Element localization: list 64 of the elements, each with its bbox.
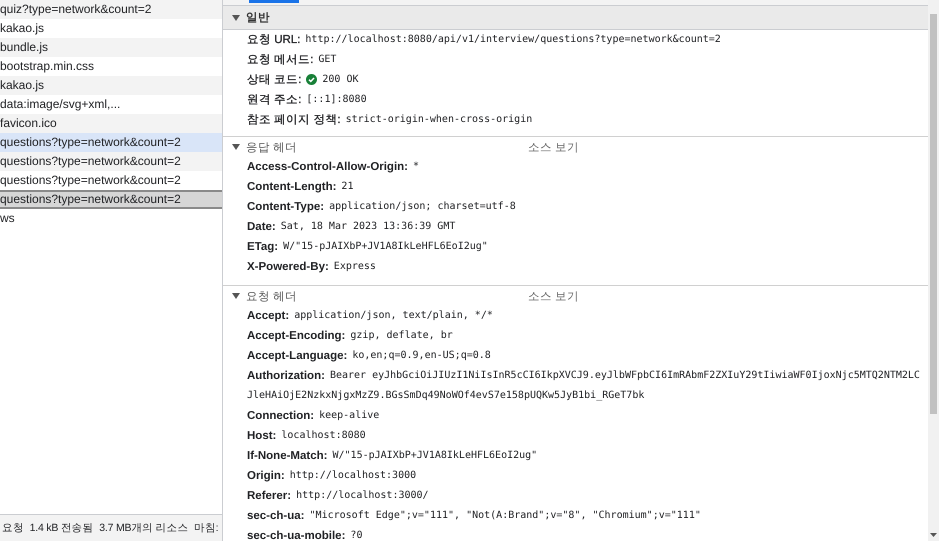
header-name: sec-ch-ua: <box>247 510 305 522</box>
header-value: ko,en;q=0.9,en-US;q=0.8 <box>352 350 491 361</box>
header-value: localhost:8080 <box>281 430 366 441</box>
header-name: sec-ch-ua-mobile: <box>247 530 346 541</box>
header-value: ?0 <box>350 530 362 541</box>
section-header[interactable]: 요청 헤더 소스 보기 <box>223 286 928 306</box>
request-row[interactable]: favicon.ico <box>0 114 222 133</box>
header-name: 원격 주소: <box>247 94 302 106</box>
section-header[interactable]: 일반 <box>223 6 928 30</box>
header-name: If-None-Match: <box>247 450 328 462</box>
header-name: Referer: <box>247 490 292 502</box>
request-row[interactable]: bundle.js <box>0 38 222 57</box>
status-text: 요청 <box>2 521 24 535</box>
request-row[interactable]: questions?type=network&count=2 <box>0 133 222 152</box>
header-name: 요청 메서드: <box>247 54 314 66</box>
header-value: 200 OK <box>322 74 359 85</box>
header-name: Connection: <box>247 410 314 422</box>
header-value: GET <box>318 54 336 65</box>
scrollbar[interactable] <box>928 0 939 541</box>
header-value: * <box>413 161 420 172</box>
view-source-link[interactable]: 소스 보기 <box>528 288 928 304</box>
triangle-icon <box>232 293 240 299</box>
section-header[interactable]: 응답 헤더 소스 보기 <box>223 137 928 157</box>
header-name: Host: <box>247 430 276 442</box>
header-value: Express <box>334 261 376 272</box>
request-row[interactable]: questions?type=network&count=2 <box>0 152 222 171</box>
header-name: Date: <box>247 221 276 233</box>
header-name: Origin: <box>247 470 285 482</box>
header-value: Sat, 18 Mar 2023 13:36:39 GMT <box>280 221 456 232</box>
header-name: Accept: <box>247 310 290 322</box>
triangle-icon <box>232 144 240 150</box>
header-name: X-Powered-By: <box>247 261 329 273</box>
header-value: "Microsoft Edge";v="111", "Not(A:Brand";v="8", "Chromium";v="111" <box>310 510 701 521</box>
header-value: keep-alive <box>319 410 380 421</box>
header-value: [::1]:8080 <box>306 94 367 105</box>
header-name: ETag: <box>247 241 278 253</box>
scroll-down-icon[interactable] <box>930 533 937 537</box>
header-name: Content-Type: <box>247 201 324 213</box>
header-value: http://localhost:3000 <box>290 470 416 481</box>
header-value: application/json; charset=utf-8 <box>329 201 516 212</box>
status-text: 마침: <box>194 521 218 535</box>
header-name: 상태 코드: <box>247 74 302 86</box>
request-row[interactable]: quiz?type=network&count=2 <box>0 0 222 19</box>
header-value: strict-origin-when-cross-origin <box>346 114 532 125</box>
header-value: gzip, deflate, br <box>350 330 453 341</box>
header-value: http://localhost:3000/ <box>296 490 429 501</box>
status-text: 3.7 MB개의 리소스 <box>99 521 188 535</box>
status-text: 1.4 kB 전송됨 <box>30 521 94 535</box>
header-value: application/json, text/plain, */* <box>294 310 493 321</box>
header-value: 21 <box>341 181 354 192</box>
header-name: Access-Control-Allow-Origin: <box>247 161 408 173</box>
request-row[interactable]: questions?type=network&count=2 <box>0 190 222 209</box>
request-row[interactable]: kakao.js <box>0 76 222 95</box>
active-tab-indicator <box>249 0 299 3</box>
header-value: W/"15-pJAIXbP+JV1A8IkLeHFL6EoI2ug" <box>332 450 538 461</box>
header-value: W/"15-pJAIXbP+JV1A8IkLeHFL6EoI2ug" <box>283 241 488 252</box>
header-name: Accept-Encoding: <box>247 330 346 342</box>
header-name: 요청 URL: <box>247 34 300 46</box>
header-name: Accept-Language: <box>247 350 348 362</box>
header-name: Content-Length: <box>247 181 336 193</box>
header-name: 참조 페이지 정책: <box>247 114 341 126</box>
triangle-icon <box>232 14 240 20</box>
header-value: http://localhost:8080/api/v1/interview/questions?type=network&count=2 <box>305 34 721 45</box>
view-source-link[interactable]: 소스 보기 <box>528 140 928 154</box>
